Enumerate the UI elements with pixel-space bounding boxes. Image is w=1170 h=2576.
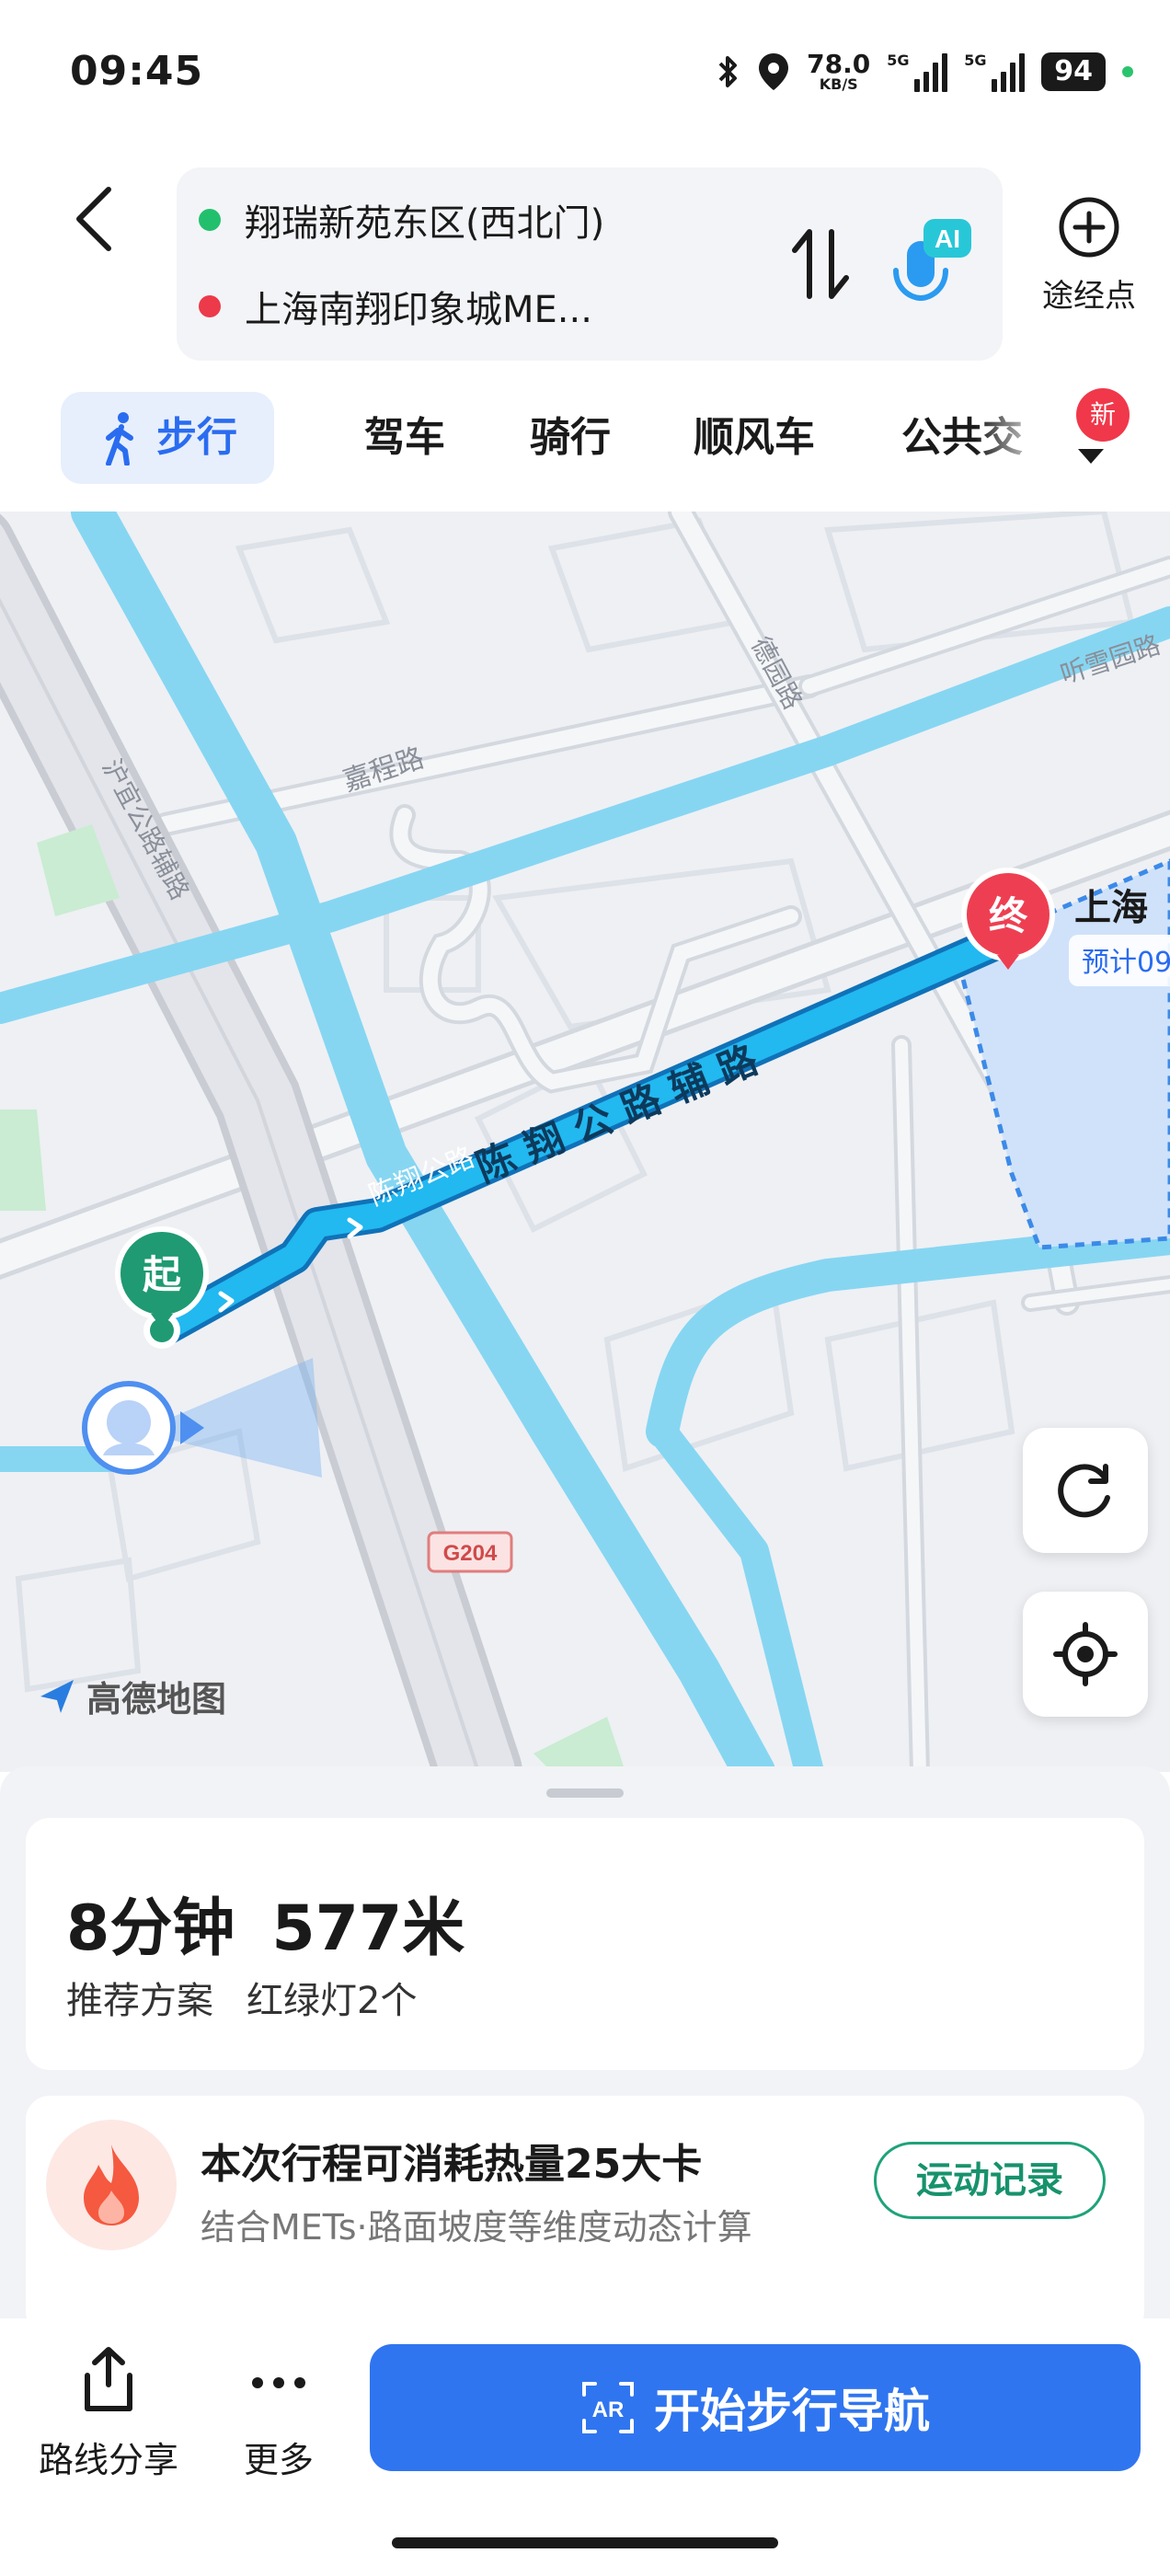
destination-dot-icon <box>199 295 221 317</box>
route-input-card: 翔瑞新苑东区(西北门) 上海南翔印象城ME... AI <box>177 167 1003 361</box>
tab-ride[interactable]: 骑行 <box>530 392 611 484</box>
share-route-label: 路线分享 <box>38 2440 178 2480</box>
travel-mode-tabs: 步行 驾车 骑行 顺风车 公共交 <box>0 392 1170 493</box>
destination-field[interactable]: 上海南翔印象城ME... <box>199 280 592 333</box>
calorie-card: 本次行程可消耗热量25大卡 结合METs·路面坡度等维度动态计算 运动记录 <box>26 2096 1144 2335</box>
waypoint-label: 途经点 <box>1042 278 1136 315</box>
sheet-drag-handle[interactable] <box>546 1788 624 1798</box>
route-tag: 推荐方案 <box>66 1980 213 2022</box>
chevron-left-icon <box>76 187 111 251</box>
share-icon <box>85 2347 132 2411</box>
privacy-dot <box>1122 66 1133 77</box>
tabs-fade <box>975 392 1049 484</box>
network-speed: 78.0 KB/S <box>807 49 871 93</box>
share-route-button[interactable]: 路线分享 <box>35 2344 182 2482</box>
ai-label: AI <box>935 224 960 253</box>
g204-label: G204 <box>443 1541 498 1566</box>
tab-walk-label: 步行 <box>156 414 237 461</box>
map-canvas: 陈 翔 公 路 辅 路 陈翔公路 嘉程路 沪宜公路辅路 德园路 听雪园路 G20… <box>0 512 1170 1772</box>
route-summary-main: 8分钟 577米 <box>66 1877 465 1968</box>
svg-text:AR: AR <box>592 2398 625 2422</box>
amap-arrow-icon <box>40 1679 74 1713</box>
add-waypoint-button[interactable]: 途经点 <box>1025 195 1153 316</box>
route-distance: 577米 <box>271 1892 465 1965</box>
status-time: 09:45 <box>70 48 204 95</box>
back-button[interactable] <box>66 182 121 256</box>
more-button[interactable]: 更多 <box>219 2344 338 2482</box>
destination-text: 上海南翔印象城ME... <box>245 289 592 331</box>
origin-text: 翔瑞新苑东区(西北门) <box>245 202 605 245</box>
more-icon <box>252 2377 305 2388</box>
route-summary-sub: 推荐方案 红绿灯2个 <box>66 1971 417 2024</box>
status-bar: 09:45 78.0 KB/S 5G 5G 94 <box>0 0 1170 147</box>
swap-icon <box>792 229 849 299</box>
start-navigation-label: 开始步行导航 <box>654 2385 930 2438</box>
route-summary-card[interactable]: 8分钟 577米 推荐方案 红绿灯2个 <box>26 1818 1144 2070</box>
calorie-subtitle: 结合METs·路面坡度等维度动态计算 <box>201 2207 752 2248</box>
end-marker-label: 终 <box>989 893 1028 938</box>
swap-button[interactable] <box>784 223 857 305</box>
locate-button[interactable] <box>1023 1592 1148 1717</box>
new-badge: 新 <box>1076 388 1130 442</box>
ai-voice-button[interactable]: AI <box>885 210 977 311</box>
signal-icon: 5G <box>887 52 948 92</box>
origin-field[interactable]: 翔瑞新苑东区(西北门) <box>199 193 604 247</box>
bluetooth-icon <box>718 56 738 87</box>
ai-mic-icon: AI <box>893 219 971 302</box>
location-icon <box>759 53 789 90</box>
home-indicator <box>392 2537 778 2548</box>
calorie-title: 本次行程可消耗热量25大卡 <box>201 2141 703 2188</box>
signal-icon: 5G <box>964 52 1026 92</box>
locate-icon <box>1053 1622 1118 1686</box>
start-marker-label: 起 <box>143 1252 182 1297</box>
end-callout-title: 上海 <box>1074 887 1148 929</box>
tab-carpool[interactable]: 顺风车 <box>694 392 815 484</box>
start-walk-navigation-button[interactable]: AR 开始步行导航 <box>370 2344 1141 2471</box>
tab-walk[interactable]: 步行 <box>61 392 274 484</box>
exercise-record-button[interactable]: 运动记录 <box>874 2142 1106 2219</box>
plus-circle-icon <box>1059 197 1119 258</box>
status-icons: 78.0 KB/S 5G 5G 94 <box>717 44 1133 99</box>
refresh-icon <box>1058 1464 1110 1518</box>
battery-indicator: 94 <box>1041 52 1106 91</box>
walking-icon <box>106 412 133 466</box>
route-duration: 8分钟 <box>66 1892 235 1965</box>
amap-logo: 高德地图 <box>37 1671 226 1721</box>
traffic-lights: 红绿灯2个 <box>247 1980 418 2022</box>
more-label: 更多 <box>243 2440 314 2480</box>
map-view[interactable]: 陈 翔 公 路 辅 路 陈翔公路 嘉程路 沪宜公路辅路 德园路 听雪园路 G20… <box>0 512 1170 1772</box>
origin-dot-icon <box>199 209 221 231</box>
refresh-button[interactable] <box>1023 1428 1148 1553</box>
flame-icon <box>46 2120 177 2250</box>
end-callout-eta: 预计09 <box>1082 947 1170 979</box>
ar-icon: AR <box>582 2382 634 2433</box>
tab-drive[interactable]: 驾车 <box>364 392 445 484</box>
